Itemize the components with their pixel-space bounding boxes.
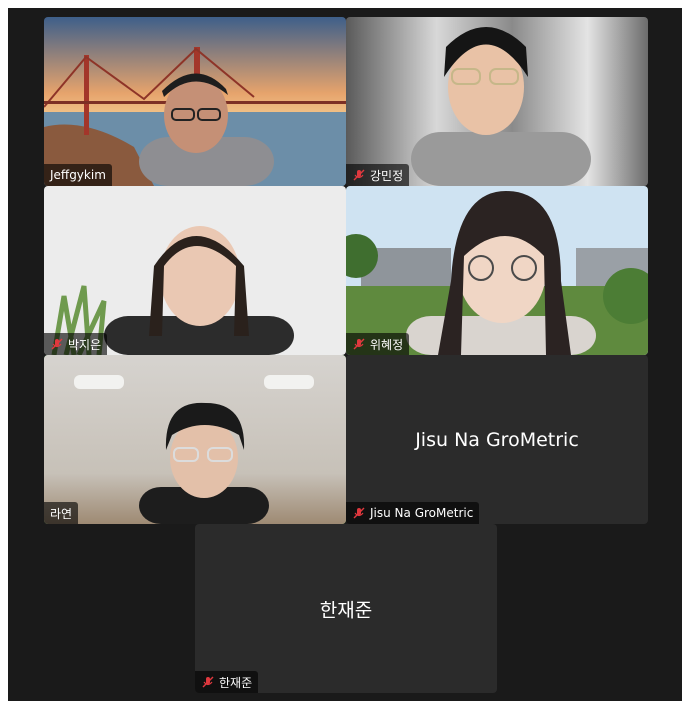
muted-microphone-icon (353, 169, 365, 181)
meeting-gallery-view: Jeffgykim 강민정 박지은 위혜정 라연 Jisu Na GroMetr… (8, 8, 682, 701)
video-feed (346, 186, 648, 355)
video-feed (346, 17, 648, 186)
video-feed (44, 17, 346, 186)
participant-name: 박지은 (68, 337, 102, 352)
muted-microphone-icon (353, 507, 365, 519)
video-tile-participant-2[interactable]: 강민정 (346, 17, 648, 186)
participant-name-tag: 강민정 (346, 164, 410, 186)
video-tile-jisu-na-gromatric[interactable]: Jisu Na GroMetric Jisu Na GroMetric (346, 355, 648, 524)
video-tile-participant-7[interactable]: 한재준 한재준 (195, 524, 497, 693)
participant-display-name: 한재준 (319, 599, 373, 621)
participant-name: Jeffgykim (50, 168, 106, 182)
participant-name: 한재준 (219, 675, 253, 690)
participant-name-tag: Jisu Na GroMetric (346, 502, 480, 524)
muted-microphone-icon (202, 676, 214, 688)
video-feed (44, 355, 346, 524)
video-tile-participant-4[interactable]: 위혜정 (346, 186, 648, 355)
video-tile-active-speaker[interactable]: 라연 (44, 355, 346, 524)
participant-name: 위혜정 (370, 337, 404, 352)
participant-name: Jisu Na GroMetric (370, 506, 474, 520)
muted-microphone-icon (51, 338, 63, 350)
participant-name-tag: 박지은 (44, 333, 108, 355)
video-feed (44, 186, 346, 355)
participant-name: 강민정 (370, 168, 404, 183)
participant-name-tag: Jeffgykim (44, 164, 112, 186)
participant-name-tag: 한재준 (195, 671, 259, 693)
participant-display-name: Jisu Na GroMetric (415, 428, 579, 451)
participant-name: 라연 (50, 506, 73, 521)
video-tile-jeffgykim[interactable]: Jeffgykim (44, 17, 346, 186)
muted-microphone-icon (353, 338, 365, 350)
participant-name-tag: 위혜정 (346, 333, 410, 355)
video-tile-participant-3[interactable]: 박지은 (44, 186, 346, 355)
participant-name-tag: 라연 (44, 502, 79, 524)
